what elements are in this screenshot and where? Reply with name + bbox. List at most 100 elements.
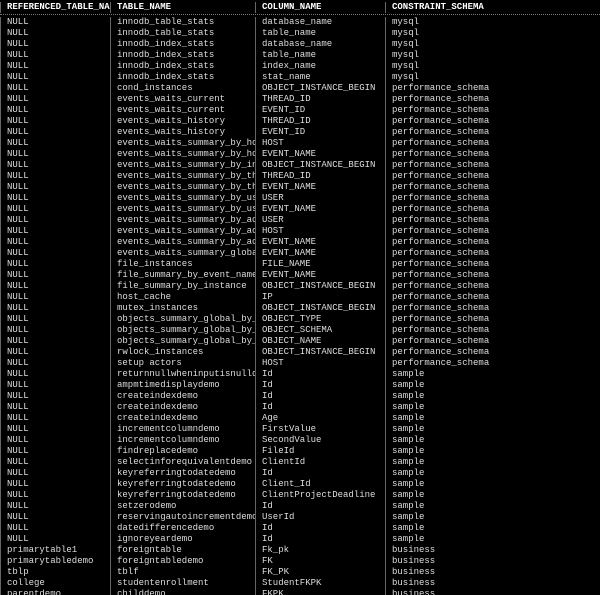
cell: file_summary_by_instance: [110, 281, 255, 292]
cell: NULL: [0, 303, 110, 314]
cell: events_waits_summary_global_by_event_nam…: [110, 248, 255, 259]
cell: NULL: [0, 512, 110, 523]
cell: mysql: [385, 50, 490, 61]
cell: business: [385, 545, 490, 556]
cell: THREAD_ID: [255, 171, 385, 182]
table-row: NULLevents_waits_currentEVENT_IDperforma…: [0, 105, 600, 116]
cell: Fk_pk: [255, 545, 385, 556]
cell: EVENT_NAME: [255, 248, 385, 259]
cell: NULL: [0, 402, 110, 413]
table-row: NULLsetup actorsHOSTperformance_schema: [0, 358, 600, 369]
table-row: NULLcreateindexdemoAgesample: [0, 413, 600, 424]
table-row: NULLinnodb_index_statsindex_namemysql: [0, 61, 600, 72]
cell: NULL: [0, 248, 110, 259]
cell: NULL: [0, 523, 110, 534]
cell: table_name: [255, 50, 385, 61]
cell: NULL: [0, 380, 110, 391]
cell: performance_schema: [385, 248, 490, 259]
cell: USER: [255, 193, 385, 204]
cell: NULL: [0, 435, 110, 446]
cell: incrementcolumndemo: [110, 424, 255, 435]
cell: NULL: [0, 237, 110, 248]
table-row: NULLevents_waits_summary_by_thread_by_ev…: [0, 171, 600, 182]
cell: performance_schema: [385, 358, 490, 369]
cell: Id: [255, 369, 385, 380]
cell: mysql: [385, 61, 490, 72]
cell: studentenrollment: [110, 578, 255, 589]
cell: OBJECT_SCHEMA: [255, 325, 385, 336]
table-row: NULLampmtimedisplaydemoIdsample: [0, 380, 600, 391]
cell: sample: [385, 369, 490, 380]
cell: foreigntabledemo: [110, 556, 255, 567]
cell: FKPK: [255, 589, 385, 595]
cell: performance_schema: [385, 127, 490, 138]
table-row: NULLinnodb_index_statsstat_namemysql: [0, 72, 600, 83]
cell: OBJECT_TYPE: [255, 314, 385, 325]
cell: NULL: [0, 490, 110, 501]
table-row: NULLreturnnullwheninputisnulldemoIdsampl…: [0, 369, 600, 380]
cell: events_waits_summary_by_host_by_event_na…: [110, 149, 255, 160]
table-row: NULLmutex_instancesOBJECT_INSTANCE_BEGIN…: [0, 303, 600, 314]
cell: NULL: [0, 292, 110, 303]
cell: NULL: [0, 17, 110, 28]
table-row: NULLevents_waits_summary_by_user_by_even…: [0, 193, 600, 204]
cell: NULL: [0, 94, 110, 105]
cell: performance_schema: [385, 138, 490, 149]
cell: events_waits_summary_by_thread_by_event_…: [110, 182, 255, 193]
cell: performance_schema: [385, 160, 490, 171]
cell: sample: [385, 446, 490, 457]
table-row: NULLrwlock_instancesOBJECT_INSTANCE_BEGI…: [0, 347, 600, 358]
cell: reservingautoincrementdemo: [110, 512, 255, 523]
cell: NULL: [0, 28, 110, 39]
table-row: NULLfile_instancesFILE_NAMEperformance_s…: [0, 259, 600, 270]
table-row: NULLhost_cacheIPperformance_schema: [0, 292, 600, 303]
cell: primarytabledemo: [0, 556, 110, 567]
table-row: NULLevents_waits_historyTHREAD_IDperform…: [0, 116, 600, 127]
cell: NULL: [0, 358, 110, 369]
cell: EVENT_NAME: [255, 149, 385, 160]
table-row: NULLkeyreferringtodatedemoClientProjectD…: [0, 490, 600, 501]
cell: NULL: [0, 83, 110, 94]
table-row: NULLselectinforequivalentdemoClientIdsam…: [0, 457, 600, 468]
cell: NULL: [0, 160, 110, 171]
cell: keyreferringtodatedemo: [110, 490, 255, 501]
cell: HOST: [255, 358, 385, 369]
cell: NULL: [0, 457, 110, 468]
cell: stat_name: [255, 72, 385, 83]
table-row: NULLincrementcolumndemoFirstValuesample: [0, 424, 600, 435]
cell: performance_schema: [385, 171, 490, 182]
cell: performance_schema: [385, 259, 490, 270]
table-row: NULLignoreyeardemoIdsample: [0, 534, 600, 545]
table-row: NULLobjects_summary_global_by_typeOBJECT…: [0, 314, 600, 325]
cell: performance_schema: [385, 303, 490, 314]
cell: primarytable1: [0, 545, 110, 556]
cell: FileId: [255, 446, 385, 457]
cell: performance_schema: [385, 193, 490, 204]
table-row: NULLinnodb_index_statstable_namemysql: [0, 50, 600, 61]
cell: performance_schema: [385, 215, 490, 226]
cell: OBJECT_INSTANCE_BEGIN: [255, 281, 385, 292]
table-row: NULLinnodb_table_statstable_namemysql: [0, 28, 600, 39]
cell: performance_schema: [385, 347, 490, 358]
cell: USER: [255, 215, 385, 226]
cell: business: [385, 567, 490, 578]
cell: datedifferencedemo: [110, 523, 255, 534]
cell: NULL: [0, 215, 110, 226]
cell: events_waits_summary_by_thread_by_event_…: [110, 171, 255, 182]
table-row: NULLevents_waits_currentTHREAD_IDperform…: [0, 94, 600, 105]
cell: FK_PK: [255, 567, 385, 578]
cell: NULL: [0, 72, 110, 83]
cell: incrementcolumndemo: [110, 435, 255, 446]
cell: NULL: [0, 534, 110, 545]
cell: NULL: [0, 50, 110, 61]
cell: performance_schema: [385, 226, 490, 237]
table-row: tblptblfFK_PKbusiness: [0, 567, 600, 578]
cell: sample: [385, 402, 490, 413]
table-row: NULLevents_waits_summary_by_account_by_e…: [0, 237, 600, 248]
cell: sample: [385, 512, 490, 523]
cell: index_name: [255, 61, 385, 72]
cell: performance_schema: [385, 182, 490, 193]
cell: events_waits_current: [110, 105, 255, 116]
table-row: NULLobjects_summary_global_by_typeOBJECT…: [0, 336, 600, 347]
cell: performance_schema: [385, 336, 490, 347]
